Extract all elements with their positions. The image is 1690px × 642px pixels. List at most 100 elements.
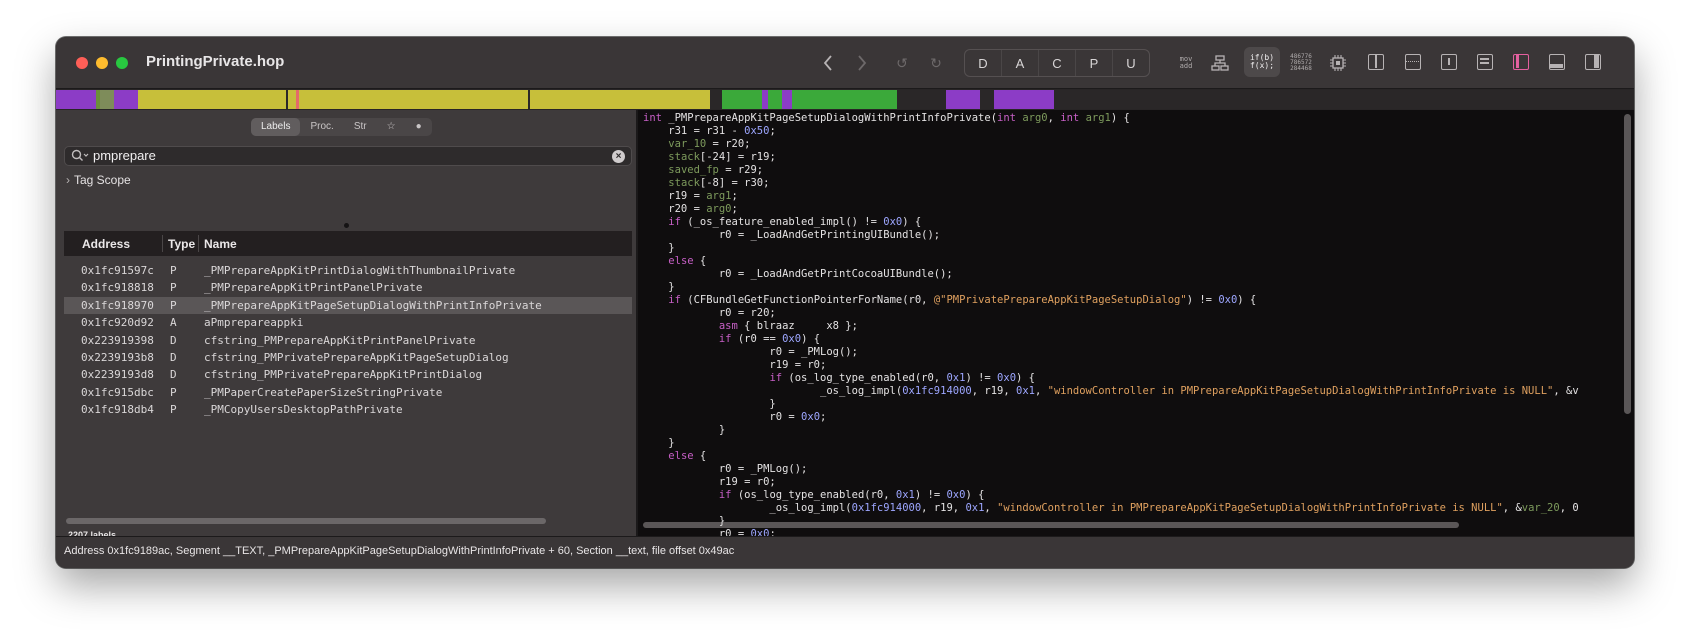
- code-line[interactable]: r0 = _LoadAndGetPrintCocoaUIBundle();: [643, 268, 953, 281]
- row-type: P: [170, 264, 177, 277]
- asm-mode-button[interactable]: mov add: [1174, 49, 1198, 77]
- segment-a[interactable]: A: [1002, 50, 1039, 76]
- code-line[interactable]: r0 = _LoadAndGetPrintingUIBundle();: [643, 229, 940, 242]
- code-line[interactable]: r19 = r0;: [643, 476, 776, 489]
- row-type: P: [170, 385, 177, 399]
- info-panel-icon[interactable]: [1441, 54, 1457, 70]
- column-type[interactable]: Type: [168, 237, 195, 251]
- code-line[interactable]: }: [643, 398, 775, 411]
- code-line[interactable]: }: [643, 424, 725, 437]
- inspector-icon[interactable]: [1477, 54, 1493, 70]
- table-header: Address Type Name: [64, 231, 632, 256]
- table-row[interactable]: 0x223919398 Dcfstring_PMPrepareAppKitPrin…: [64, 332, 632, 349]
- tab-strings[interactable]: Str: [344, 118, 377, 136]
- code-line[interactable]: else {: [643, 255, 706, 268]
- panel-tabs: Labels Proc. Str ☆ ●: [251, 118, 432, 136]
- minimize-window-button[interactable]: [96, 57, 108, 69]
- cpu-icon: [1330, 55, 1346, 71]
- code-line[interactable]: saved_fp = r29;: [643, 164, 763, 177]
- tab-bookmarks[interactable]: ☆: [377, 118, 406, 136]
- row-type: D: [170, 368, 177, 382]
- code-line[interactable]: r20 = arg0;: [643, 203, 738, 216]
- code-line[interactable]: }: [643, 281, 674, 294]
- table-row[interactable]: 0x1fc918970 P _PMPrepareAppKitPageSetupDia…: [64, 296, 632, 315]
- code-line[interactable]: r19 = r0;: [643, 359, 826, 372]
- pseudocode-mode-button[interactable]: if(b) f(x);: [1244, 47, 1280, 77]
- row-address: 0x1fc918818: [81, 281, 154, 295]
- tab-tags[interactable]: ●: [406, 118, 432, 136]
- code-line[interactable]: if (os_log_type_enabled(r0, 0x1) != 0x0)…: [643, 372, 1035, 385]
- code-line[interactable]: r0 = _PMLog();: [643, 463, 808, 476]
- tab-labels[interactable]: Labels: [251, 118, 301, 136]
- cfg-mode-button[interactable]: [1208, 49, 1232, 77]
- hex-mode-button[interactable]: 486776 786572 284468: [1286, 49, 1316, 77]
- code-line[interactable]: r0 = _PMLog();: [643, 346, 858, 359]
- row-name: _PMPaperCreatePaperSizeStringPrivate: [204, 385, 443, 399]
- navigation-bar[interactable]: [56, 90, 1634, 109]
- code-line[interactable]: if (r0 == 0x0) {: [643, 333, 820, 346]
- back-button[interactable]: [818, 49, 838, 77]
- search-input[interactable]: pmprepare: [93, 148, 156, 163]
- row-address: 0x1fc918970: [81, 298, 154, 312]
- horizontal-scrollbar[interactable]: [66, 518, 546, 524]
- code-line[interactable]: r0 = 0x0;: [643, 411, 826, 424]
- zoom-window-button[interactable]: [116, 57, 128, 69]
- undo-button[interactable]: ↺: [892, 49, 912, 77]
- code-line[interactable]: stack[-24] = r19;: [643, 151, 775, 164]
- close-window-button[interactable]: [76, 57, 88, 69]
- code-line[interactable]: r31 = r31 - 0x50;: [643, 125, 776, 138]
- row-address: 0x1fc920d92: [81, 316, 154, 330]
- table-row[interactable]: 0x2239193d8 Dcfstring_PMPrivatePrepareApp…: [64, 366, 632, 383]
- code-line[interactable]: asm { blraaz x8 };: [643, 320, 858, 333]
- table-row[interactable]: 0x2239193b8 Dcfstring_PMPrivatePrepareApp…: [64, 349, 632, 366]
- code-line[interactable]: stack[-8] = r30;: [643, 177, 769, 190]
- row-address: 0x2239193d8: [81, 368, 154, 382]
- tab-procedures[interactable]: Proc.: [300, 118, 343, 136]
- table-row[interactable]: 0x1fc91597c P _PMPrepareAppKitPrintDialogW…: [64, 262, 632, 279]
- table-row[interactable]: 0x1fc918db4 P _PMCopyUsersDesktopPathPriva…: [64, 401, 632, 418]
- split-handle[interactable]: [344, 223, 349, 228]
- segment-u[interactable]: U: [1113, 50, 1149, 76]
- code-line[interactable]: if (CFBundleGetFunctionPointerForName(r0…: [643, 294, 1256, 307]
- code-line[interactable]: r0 = r20;: [643, 307, 776, 320]
- code-line[interactable]: _os_log_impl(0x1fc914000, r19, 0x1, "win…: [643, 502, 1578, 515]
- code-line[interactable]: if (os_log_type_enabled(r0, 0x1) != 0x0)…: [643, 489, 985, 502]
- code-line[interactable]: }: [643, 242, 674, 255]
- split-horizontal-icon[interactable]: [1405, 54, 1421, 70]
- row-name: _PMPrepareAppKitPrintDialogWithThumbnail…: [204, 264, 516, 277]
- row-address: 0x1fc918db4: [81, 403, 154, 417]
- segment-d[interactable]: D: [965, 50, 1002, 76]
- code-line[interactable]: }: [643, 437, 674, 450]
- code-line[interactable]: }: [643, 515, 725, 528]
- code-line[interactable]: r19 = arg1;: [643, 190, 738, 203]
- asm-mode-line2: add: [1179, 62, 1193, 70]
- clear-search-icon[interactable]: ×: [612, 150, 625, 163]
- chevron-right-icon: ›: [66, 173, 70, 187]
- cpu-button[interactable]: [1326, 49, 1350, 77]
- table-row[interactable]: 0x1fc918818 P _PMPrepareAppKitPrintPanelPr…: [64, 279, 632, 296]
- pseudocode-view[interactable]: int _PMPrepareAppKitPageSetupDialogWithP…: [638, 110, 1634, 536]
- right-sidebar-toggle-icon[interactable]: [1585, 54, 1601, 70]
- left-sidebar-toggle-icon[interactable]: [1513, 54, 1529, 70]
- undo-icon: ↺: [896, 54, 908, 71]
- tag-scope-disclosure[interactable]: › Tag Scope: [66, 173, 131, 187]
- column-name[interactable]: Name: [204, 237, 237, 251]
- code-line[interactable]: if (_os_feature_enabled_impl() != 0x0) {: [643, 216, 921, 229]
- column-address[interactable]: Address: [82, 237, 130, 251]
- table-row[interactable]: 0x1fc915dbc P _PMPaperCreatePaperSizeStrin…: [64, 384, 632, 401]
- code-line[interactable]: var_10 = r20;: [643, 138, 750, 151]
- forward-button[interactable]: [852, 49, 872, 77]
- bottom-panel-toggle-icon[interactable]: [1549, 54, 1565, 70]
- segment-p[interactable]: P: [1076, 50, 1113, 76]
- redo-button[interactable]: ↻: [926, 49, 946, 77]
- search-icon[interactable]: [71, 149, 89, 165]
- search-field[interactable]: pmprepare ×: [64, 146, 632, 166]
- vertical-scrollbar[interactable]: [1624, 114, 1631, 414]
- code-line[interactable]: _os_log_impl(0x1fc914000, r19, 0x1, "win…: [643, 385, 1579, 398]
- split-vertical-icon[interactable]: [1368, 54, 1384, 70]
- code-line[interactable]: else {: [643, 450, 706, 463]
- table-row[interactable]: 0x1fc920d92 AaPmprepareappki: [64, 314, 632, 331]
- code-line[interactable]: int _PMPrepareAppKitPageSetupDialogWithP…: [643, 112, 1130, 125]
- code-line[interactable]: r0 = 0x0;: [643, 528, 776, 536]
- segment-c[interactable]: C: [1039, 50, 1076, 76]
